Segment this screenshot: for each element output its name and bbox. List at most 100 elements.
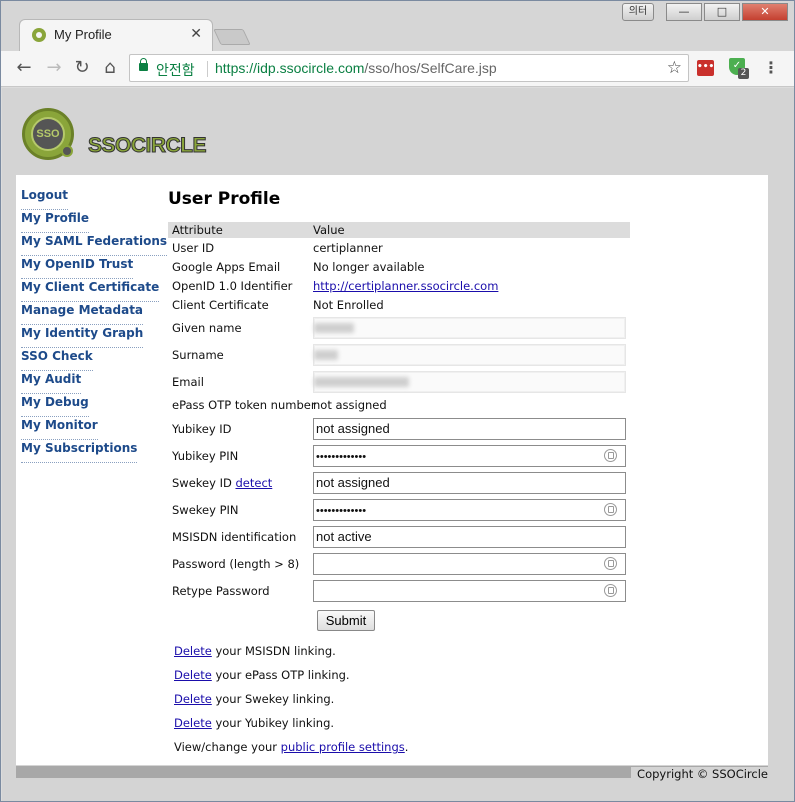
lastpass-extension-icon[interactable]: ••• — [697, 60, 714, 76]
minimize-button[interactable]: — — [666, 3, 702, 21]
table-row: OpenID 1.0 Identifier http://certiplanne… — [168, 276, 630, 295]
delete-epass-link[interactable]: Delete — [174, 668, 212, 682]
password-manager-icon[interactable] — [604, 448, 617, 462]
table-row: Yubikey PIN ••••••••••••• — [168, 442, 630, 469]
sidebar-item-saml-federations[interactable]: My SAML Federations — [21, 233, 168, 256]
reload-icon[interactable]: ↻ — [71, 57, 93, 79]
table-row: Surname — [168, 341, 630, 368]
delete-yubikey-text: your Yubikey linking. — [211, 716, 335, 730]
header-attribute: Attribute — [172, 223, 223, 237]
openid-link[interactable]: http://certiplanner.ssocircle.com — [313, 279, 498, 293]
retype-password-input[interactable] — [313, 579, 626, 602]
public-profile-link[interactable]: public profile settings — [281, 740, 405, 754]
delete-msisdn-line: Delete your MSISDN linking. — [174, 644, 648, 668]
email-input[interactable] — [313, 370, 626, 393]
tab-close-icon[interactable]: ✕ — [190, 26, 202, 42]
yubikey-pin-input[interactable]: ••••••••••••• — [313, 444, 626, 467]
table-row: User ID certiplanner — [168, 238, 630, 257]
sidebar-item-openid-trust[interactable]: My OpenID Trust — [21, 256, 134, 279]
msisdn-input[interactable]: not active — [313, 525, 626, 548]
home-icon[interactable]: ⌂ — [99, 57, 121, 79]
user-id-value: certiplanner — [313, 240, 383, 255]
browser-toolbar: ← → ↻ ⌂ 안전함 https://idp.ssocircle.com/ss… — [1, 51, 794, 87]
password-manager-icon[interactable] — [604, 556, 617, 570]
url-text: https://idp.ssocircle.com/sso/hos/SelfCa… — [215, 60, 497, 76]
header-value: Value — [313, 223, 345, 237]
sidebar-nav: Logout My Profile My SAML Federations My… — [21, 187, 168, 463]
maximize-button[interactable]: □ — [704, 3, 740, 21]
address-bar[interactable]: 안전함 https://idp.ssocircle.com/sso/hos/Se… — [129, 54, 689, 82]
password-manager-icon[interactable] — [604, 583, 617, 597]
password-label: Password (length > 8) — [172, 556, 300, 571]
delete-epass-line: Delete your ePass OTP linking. — [174, 668, 648, 692]
tab-my-profile[interactable]: My Profile ✕ — [19, 19, 213, 51]
logo-text: SSOCIRCLE — [87, 134, 207, 158]
openid-label: OpenID 1.0 Identifier — [172, 278, 293, 293]
delete-swekey-link[interactable]: Delete — [174, 692, 212, 706]
delete-swekey-text: your Swekey linking. — [211, 692, 335, 706]
logo-badge: SSO — [31, 117, 65, 151]
password-manager-icon[interactable] — [604, 502, 617, 516]
public-profile-suffix: . — [404, 740, 409, 754]
ime-indicator[interactable]: 의터 — [622, 3, 654, 21]
table-header: Attribute Value — [168, 222, 630, 238]
back-icon[interactable]: ← — [13, 57, 35, 79]
google-email-value: No longer available — [313, 259, 425, 274]
sidebar-item-logout[interactable]: Logout — [21, 187, 69, 210]
swekey-id-label: Swekey ID — [172, 475, 232, 490]
sidebar-item-my-subscriptions[interactable]: My Subscriptions — [21, 440, 138, 463]
delete-yubikey-link[interactable]: Delete — [174, 716, 212, 730]
sidebar-item-identity-graph[interactable]: My Identity Graph — [21, 325, 144, 348]
swekey-pin-label: Swekey PIN — [172, 502, 239, 517]
redacted-value — [314, 376, 409, 387]
extension-badge: 2 — [738, 68, 749, 79]
sidebar-item-client-certificate[interactable]: My Client Certificate — [21, 279, 160, 302]
new-tab-button[interactable] — [213, 29, 251, 45]
yubikey-pin-mask: ••••••••••••• — [316, 450, 367, 463]
epass-label: ePass OTP token number — [172, 398, 316, 412]
lock-icon — [139, 58, 148, 71]
delete-epass-text: your ePass OTP linking. — [211, 668, 350, 682]
sidebar-item-my-debug[interactable]: My Debug — [21, 394, 89, 417]
url-path: /sso/hos/SelfCare.jsp — [364, 60, 497, 76]
password-input[interactable] — [313, 552, 626, 575]
sidebar-item-my-audit[interactable]: My Audit — [21, 371, 82, 394]
forward-icon[interactable]: → — [43, 57, 65, 79]
browser-window: 의터 — □ ✕ My Profile ✕ ← → ↻ ⌂ 안전함 https:… — [0, 0, 795, 802]
table-row: Yubikey ID not assigned — [168, 415, 630, 442]
url-host: https://idp.ssocircle.com — [215, 60, 365, 76]
url-separator — [207, 61, 208, 77]
table-row: MSISDN identification not active — [168, 523, 630, 550]
swekey-detect-link[interactable]: detect — [235, 476, 272, 490]
epass-value: not assigned — [313, 398, 387, 412]
shield-extension-icon[interactable]: ✓ 2 — [729, 58, 749, 79]
content-panel: Logout My Profile My SAML Federations My… — [16, 175, 768, 765]
client-cert-label: Client Certificate — [172, 297, 269, 312]
google-email-label: Google Apps Email — [172, 259, 281, 274]
email-label: Email — [172, 374, 204, 389]
delete-msisdn-link[interactable]: Delete — [174, 644, 212, 658]
swekey-id-input[interactable]: not assigned — [313, 471, 626, 494]
given-name-input[interactable] — [313, 316, 626, 339]
sidebar-item-sso-check[interactable]: SSO Check — [21, 348, 93, 371]
browser-menu-icon[interactable]: ⋮ — [763, 58, 779, 77]
swekey-pin-input[interactable]: ••••••••••••• — [313, 498, 626, 521]
bookmark-star-icon[interactable]: ☆ — [667, 58, 682, 78]
table-row: Swekey PIN ••••••••••••• — [168, 496, 630, 523]
sidebar-item-my-monitor[interactable]: My Monitor — [21, 417, 98, 440]
table-row: Client Certificate Not Enrolled — [168, 295, 630, 314]
table-row: Given name — [168, 314, 630, 341]
page-viewport: SSO SSOCIRCLE Logout My Profile My SAML … — [2, 88, 794, 801]
sidebar-item-my-profile[interactable]: My Profile — [21, 210, 90, 233]
sidebar-item-manage-metadata[interactable]: Manage Metadata — [21, 302, 144, 325]
logo-dot-icon — [61, 145, 73, 157]
close-window-button[interactable]: ✕ — [742, 3, 788, 21]
delete-yubikey-line: Delete your Yubikey linking. — [174, 716, 648, 740]
linking-actions: Delete your MSISDN linking. Delete your … — [168, 644, 648, 764]
surname-input[interactable] — [313, 343, 626, 366]
submit-button[interactable]: Submit — [317, 610, 375, 631]
yubikey-id-label: Yubikey ID — [172, 421, 232, 436]
yubikey-id-input[interactable]: not assigned — [313, 417, 626, 440]
delete-swekey-line: Delete your Swekey linking. — [174, 692, 648, 716]
tab-title: My Profile — [54, 27, 112, 42]
